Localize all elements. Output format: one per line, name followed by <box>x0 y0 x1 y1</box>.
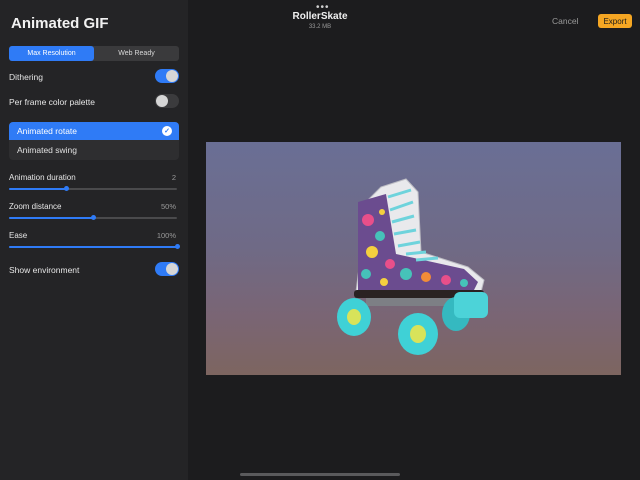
gif-preview[interactable] <box>206 142 621 375</box>
animation-duration-slider[interactable] <box>9 186 177 191</box>
zoom-distance-label: Zoom distance <box>9 202 62 211</box>
dithering-label: Dithering <box>9 72 44 82</box>
resolution-segmented-control: Max Resolution Web Ready <box>9 46 179 61</box>
document-title: RollerSkate <box>292 11 348 22</box>
per-frame-palette-label: Per frame color palette <box>9 97 95 107</box>
document-size: 33.2 MB <box>308 24 332 30</box>
slider-thumb[interactable] <box>91 215 96 220</box>
animation-option-swing[interactable]: Animated swing <box>9 141 179 159</box>
animation-option-label: Animated rotate <box>17 126 78 136</box>
toggle-knob <box>166 70 178 82</box>
tab-max-resolution[interactable]: Max Resolution <box>9 46 94 61</box>
slider-thumb[interactable] <box>175 244 180 249</box>
tab-web-ready[interactable]: Web Ready <box>94 46 179 61</box>
slider-thumb[interactable] <box>64 186 70 191</box>
show-environment-label: Show environment <box>9 265 80 275</box>
show-environment-toggle[interactable] <box>155 262 179 276</box>
per-frame-palette-toggle[interactable] <box>155 94 179 108</box>
animation-type-list: Animated rotate ✓ Animated swing <box>9 122 179 160</box>
ease-slider[interactable] <box>9 244 180 249</box>
roller-skate-image <box>337 178 488 355</box>
slider-fill <box>9 217 93 219</box>
toggle-knob <box>166 263 178 275</box>
export-button[interactable]: Export <box>598 14 632 28</box>
slider-fill <box>9 188 67 190</box>
ease-label: Ease <box>9 231 28 240</box>
animation-option-rotate[interactable]: Animated rotate ✓ <box>9 122 179 140</box>
cancel-button[interactable]: Cancel <box>552 16 578 26</box>
animation-duration-label: Animation duration <box>9 173 76 182</box>
zoom-distance-slider[interactable] <box>9 215 177 220</box>
animation-duration-value: 2 <box>171 173 176 182</box>
settings-sidebar: Animated GIF Max Resolution Web Ready Di… <box>0 0 188 480</box>
home-indicator <box>240 473 400 476</box>
zoom-distance-value: 50% <box>160 202 176 211</box>
animation-option-label: Animated swing <box>17 145 78 155</box>
dithering-toggle[interactable] <box>155 69 179 83</box>
checkmark-icon: ✓ <box>162 126 172 136</box>
slider-fill <box>9 246 177 248</box>
ease-value: 100% <box>156 231 176 240</box>
toggle-knob <box>156 95 168 107</box>
